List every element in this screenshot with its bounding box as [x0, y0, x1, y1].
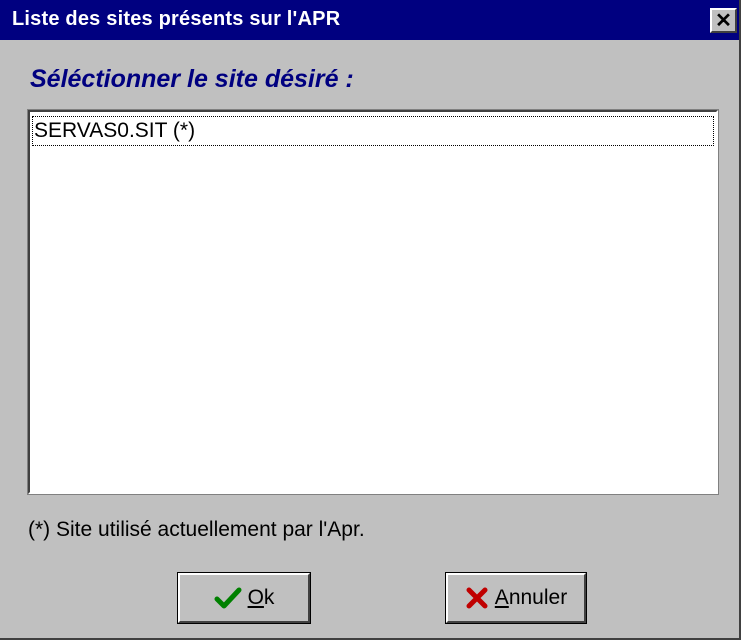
selection-prompt: Séléctionner le site désiré :	[30, 65, 354, 93]
cancel-label: Annuler	[494, 586, 568, 609]
close-button[interactable]: ✕	[710, 8, 737, 33]
title-bar[interactable]: Liste des sites présents sur l'APR ✕	[0, 0, 739, 40]
site-list[interactable]: SERVAS0.SIT (*)	[27, 109, 719, 495]
ok-button[interactable]: Ok	[177, 572, 311, 624]
ok-label: Ok	[247, 586, 275, 609]
list-item[interactable]: SERVAS0.SIT (*)	[32, 116, 714, 146]
site-selection-dialog: Liste des sites présents sur l'APR ✕ Sél…	[0, 0, 741, 640]
close-icon: ✕	[715, 9, 732, 32]
window-title: Liste des sites présents sur l'APR	[12, 8, 341, 30]
cancel-button[interactable]: Annuler	[445, 572, 587, 624]
footnote: (*) Site utilisé actuellement par l'Apr.	[28, 518, 365, 541]
check-icon	[214, 587, 242, 609]
x-icon	[466, 587, 488, 609]
